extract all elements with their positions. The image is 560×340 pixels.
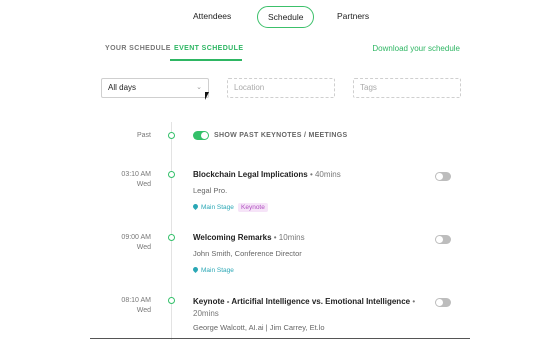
event-duration-value: 20mins	[193, 309, 219, 318]
add-to-schedule-toggle[interactable]	[435, 298, 451, 307]
event-location-text: Main Stage	[201, 204, 234, 211]
tags-placeholder: Tags	[360, 83, 377, 92]
event-time-value: 08:10 AM	[121, 297, 151, 304]
event-duration: • 40mins	[309, 170, 341, 179]
tags-input[interactable]: Tags	[353, 78, 461, 98]
event-time-value: 09:00 AM	[121, 234, 151, 241]
event-time: 08:10 AM Wed	[121, 296, 151, 316]
event-title-text: Keynote - Articifial Intelligence vs. Em…	[193, 297, 411, 306]
days-select-value: All days	[108, 83, 137, 92]
tab-event-schedule[interactable]: EVENT SCHEDULE	[174, 45, 243, 52]
event-time: 03:10 AM Wed	[121, 170, 151, 190]
event-day: Wed	[136, 181, 151, 188]
event-day: Wed	[136, 307, 151, 314]
event-duration: •	[412, 297, 416, 306]
nav-attendees[interactable]: Attendees	[193, 6, 231, 26]
event-time-value: 03:10 AM	[121, 171, 151, 178]
nav-schedule[interactable]: Schedule	[257, 6, 315, 28]
download-schedule-link[interactable]: Download your schedule	[372, 44, 460, 53]
event-location[interactable]: Main Stage	[191, 202, 234, 211]
timeline-line	[171, 122, 172, 340]
timeline-dot	[168, 234, 175, 241]
event-speakers: John Smith, Conference Director	[193, 249, 302, 258]
event-location[interactable]: Main Stage	[191, 265, 234, 274]
divider	[90, 338, 470, 339]
event-title-text: Welcoming Remarks	[193, 233, 272, 242]
map-pin-icon	[191, 202, 200, 211]
map-pin-icon	[191, 265, 200, 274]
event-location-text: Main Stage	[201, 267, 234, 274]
event-title[interactable]: Blockchain Legal Implications • 40mins	[193, 170, 341, 179]
mouse-cursor-icon	[205, 92, 213, 100]
tab-your-schedule[interactable]: YOUR SCHEDULE	[105, 45, 171, 52]
location-placeholder: Location	[234, 83, 265, 92]
chevron-down-icon: ⌄	[196, 84, 202, 91]
show-past-toggle[interactable]	[193, 131, 209, 140]
add-to-schedule-toggle[interactable]	[435, 172, 451, 181]
event-title-text: Blockchain Legal Implications	[193, 170, 308, 179]
days-select[interactable]: All days ⌄	[101, 78, 209, 98]
event-title[interactable]: Welcoming Remarks • 10mins	[193, 233, 305, 242]
show-past-label: SHOW PAST KEYNOTES / MEETINGS	[214, 132, 348, 139]
event-duration: • 10mins	[273, 233, 305, 242]
event-speakers: Legal Pro.	[193, 186, 228, 195]
event-time: 09:00 AM Wed	[121, 233, 151, 253]
timeline-dot	[168, 297, 175, 304]
add-to-schedule-toggle[interactable]	[435, 235, 451, 244]
event-day: Wed	[136, 244, 151, 251]
event-title[interactable]: Keynote - Articifial Intelligence vs. Em…	[193, 296, 425, 320]
timeline-dot	[168, 132, 175, 139]
past-label: Past	[136, 132, 151, 139]
timeline-dot	[168, 171, 175, 178]
active-tab-indicator	[170, 59, 242, 61]
event-speakers: George Walcott, AI.ai | Jim Carrey, Et.l…	[193, 323, 325, 332]
event-tag[interactable]: Keynote	[238, 203, 268, 212]
nav-partners[interactable]: Partners	[337, 6, 369, 26]
location-input[interactable]: Location	[227, 78, 335, 98]
